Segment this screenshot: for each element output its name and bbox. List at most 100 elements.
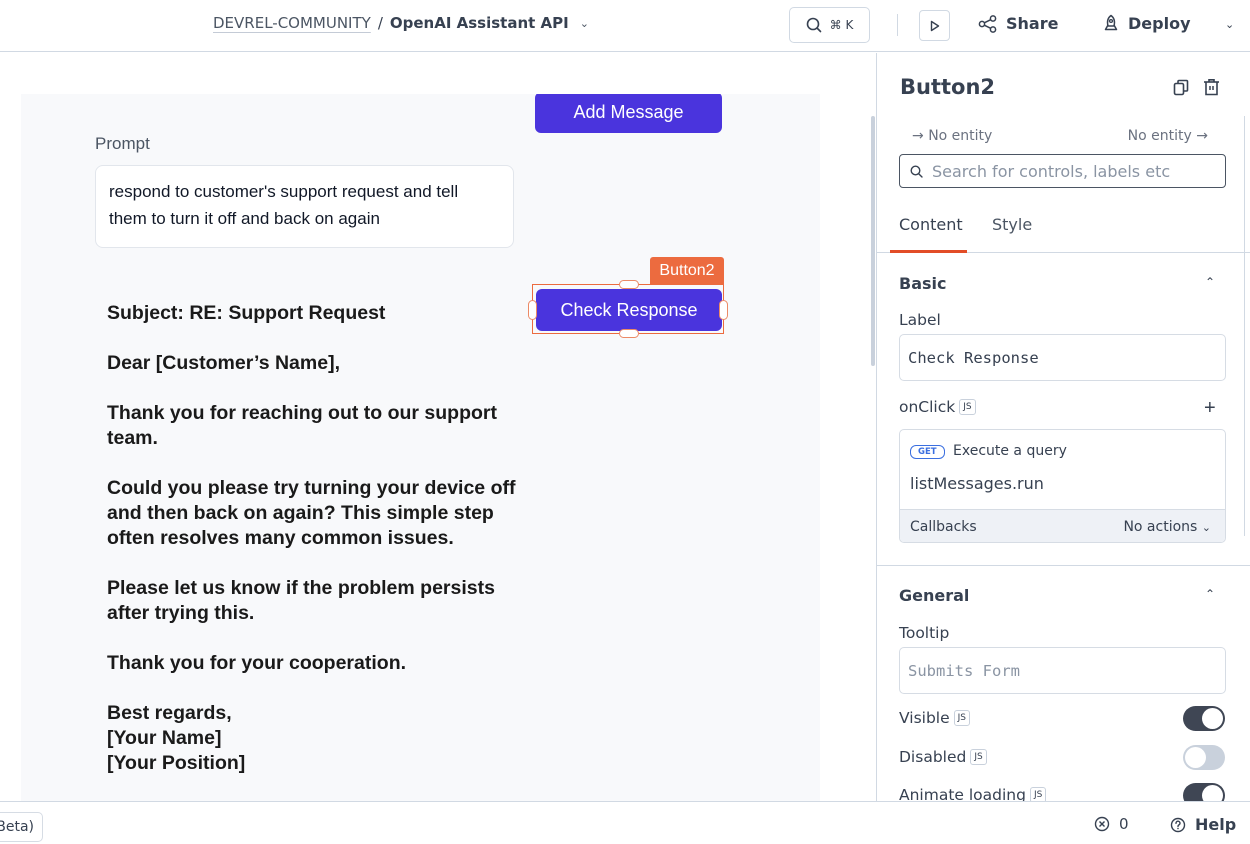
onclick-label: onClick JS	[899, 398, 976, 416]
shortcut-hint: ⌘ K	[829, 18, 854, 32]
onclick-action-card[interactable]: GET Execute a query listMessages.run Cal…	[899, 429, 1226, 543]
tooltip-input[interactable]	[908, 661, 1217, 680]
chevron-up-icon[interactable]: ⌃	[1205, 275, 1215, 289]
divider	[897, 14, 898, 36]
prompt-label: Prompt	[95, 134, 150, 153]
animate-loading-label-text: Animate loading	[899, 786, 1026, 801]
response-paragraph: Please let us know if the problem persis…	[107, 577, 495, 624]
share-label: Share	[1006, 14, 1059, 33]
property-search-input[interactable]	[932, 161, 1212, 181]
tab-content[interactable]: Content	[899, 215, 963, 234]
section-basic-title[interactable]: Basic	[899, 274, 946, 293]
help-icon	[1170, 817, 1186, 832]
toggle-knob	[1202, 785, 1223, 801]
deploy-button[interactable]: Deploy	[1103, 14, 1191, 33]
copy-icon[interactable]	[1173, 79, 1189, 96]
visible-label: Visible JS	[899, 709, 971, 727]
query-name: listMessages.run	[910, 474, 1044, 493]
resize-handle-right[interactable]	[719, 300, 728, 320]
disabled-label-text: Disabled	[899, 748, 967, 766]
search-icon	[910, 164, 923, 178]
widget-name[interactable]: Button2	[900, 75, 995, 99]
breadcrumb: DEVREL-COMMUNITY / OpenAI Assistant API …	[213, 14, 589, 32]
resize-handle-left[interactable]	[528, 300, 537, 320]
response-paragraph: Thank you for reaching out to our suppor…	[107, 402, 497, 449]
chevron-down-icon: ⌄	[1201, 521, 1211, 534]
label-input[interactable]	[908, 348, 1217, 367]
property-search[interactable]	[899, 154, 1226, 188]
http-method-badge: GET	[910, 445, 945, 459]
response-paragraph: Best regards, [Your Name] [Your Position…	[107, 702, 246, 774]
help-button[interactable]: Help	[1170, 815, 1236, 834]
property-pane-scrollbar[interactable]	[1244, 116, 1245, 536]
error-circle-icon	[1094, 816, 1110, 832]
arrow-right-icon: →	[912, 128, 924, 144]
js-toggle-badge[interactable]: JS	[959, 399, 976, 415]
property-pane: Button2 → No entity No entity → Content …	[876, 53, 1250, 801]
trash-icon[interactable]	[1203, 78, 1220, 96]
rocket-icon	[1104, 14, 1118, 31]
outgoing-entity[interactable]: No entity →	[1128, 128, 1208, 144]
callbacks-row[interactable]: Callbacks No actions ⌄	[900, 509, 1225, 542]
property-tabs: Content Style	[877, 203, 1250, 253]
tooltip-field[interactable]	[899, 647, 1226, 694]
chevron-down-icon[interactable]: ⌄	[580, 17, 589, 30]
label-field[interactable]	[899, 334, 1226, 381]
canvas-area: Add Message Prompt respond to customer's…	[0, 53, 876, 801]
share-button[interactable]: Share	[978, 14, 1058, 33]
js-toggle-badge[interactable]: JS	[1029, 787, 1047, 801]
action-type-label: Execute a query	[953, 443, 1067, 459]
disabled-toggle[interactable]	[1183, 745, 1225, 770]
animate-loading-toggle[interactable]	[1183, 783, 1225, 801]
tab-style[interactable]: Style	[992, 215, 1032, 234]
incoming-entity-label: No entity	[928, 128, 993, 144]
response-paragraph: Could you please try turning your device…	[107, 477, 516, 549]
error-count-button[interactable]: 0	[1094, 815, 1129, 833]
disabled-label: Disabled JS	[899, 748, 987, 766]
active-tab-indicator	[890, 250, 967, 253]
visible-toggle[interactable]	[1183, 706, 1225, 731]
toggle-knob	[1185, 747, 1206, 768]
add-action-plus-icon[interactable]: +	[1204, 397, 1216, 420]
canvas-scrollbar[interactable]	[871, 116, 875, 366]
deploy-options-chevron-icon[interactable]: ⌄	[1225, 18, 1234, 31]
onclick-label-text: onClick	[899, 398, 956, 416]
response-paragraph: Dear [Customer’s Name],	[107, 352, 340, 374]
incoming-entity[interactable]: → No entity	[912, 128, 992, 144]
check-response-button[interactable]: Check Response	[536, 289, 722, 331]
resize-handle-bottom[interactable]	[619, 329, 639, 338]
chevron-up-icon[interactable]: ⌃	[1205, 587, 1215, 601]
error-count: 0	[1119, 815, 1129, 833]
animate-loading-label: Animate loading JS	[899, 786, 1047, 801]
callbacks-dropdown[interactable]: No actions ⌄	[1123, 519, 1211, 535]
response-paragraph: Subject: RE: Support Request	[107, 302, 386, 324]
preview-button[interactable]	[919, 10, 950, 41]
callbacks-label: Callbacks	[910, 519, 977, 535]
arrow-right-icon: →	[1196, 128, 1208, 144]
resize-handle-top[interactable]	[619, 280, 639, 289]
search-icon	[806, 17, 821, 33]
toggle-knob	[1202, 708, 1223, 729]
breadcrumb-workspace[interactable]: DEVREL-COMMUNITY	[213, 14, 371, 32]
play-icon	[930, 20, 939, 31]
response-text: Subject: RE: Support Request Dear [Custo…	[107, 301, 517, 801]
add-message-button[interactable]: Add Message	[535, 94, 722, 133]
prompt-textarea[interactable]: respond to customer's support request an…	[95, 165, 514, 248]
breadcrumb-separator: /	[377, 14, 383, 32]
js-toggle-badge[interactable]: JS	[970, 749, 987, 765]
bottom-bar: Beta) 0 Help	[0, 801, 1250, 844]
visible-label-text: Visible	[899, 709, 950, 727]
selected-widget-tag[interactable]: Button2	[650, 257, 724, 284]
section-general-title[interactable]: General	[899, 586, 969, 605]
share-icon	[978, 14, 997, 33]
js-toggle-badge[interactable]: JS	[953, 710, 971, 726]
top-bar: DEVREL-COMMUNITY / OpenAI Assistant API …	[0, 0, 1250, 52]
app-canvas[interactable]: Add Message Prompt respond to customer's…	[21, 94, 820, 801]
beta-feature-button[interactable]: Beta)	[0, 812, 43, 842]
command-search-button[interactable]: ⌘ K	[789, 7, 870, 43]
section-divider	[877, 565, 1250, 566]
label-field-label: Label	[899, 311, 941, 329]
deploy-label: Deploy	[1128, 14, 1191, 33]
breadcrumb-app-name[interactable]: OpenAI Assistant API	[390, 14, 569, 32]
response-paragraph: Thank you for your cooperation.	[107, 652, 407, 674]
